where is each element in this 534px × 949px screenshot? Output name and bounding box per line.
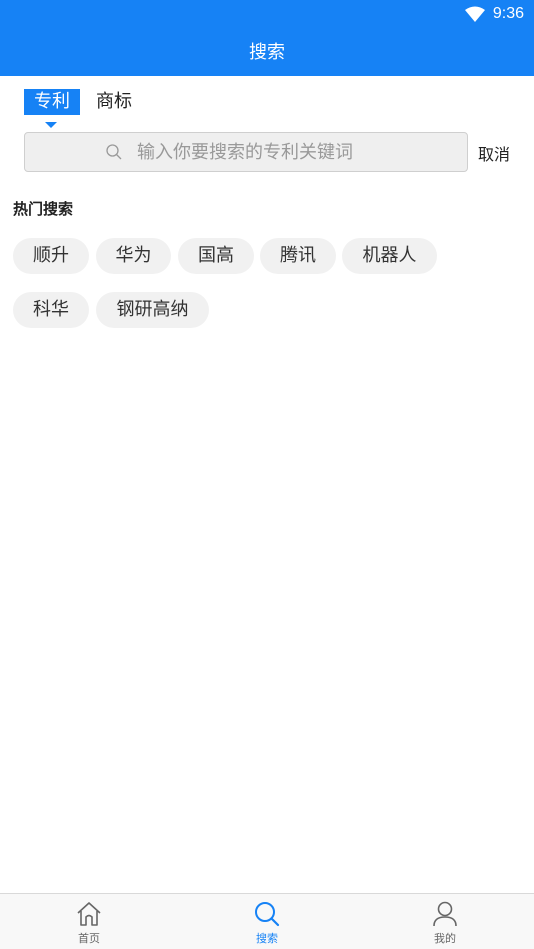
hot-search-title: 热门搜索 [13,200,74,218]
status-bar: 9:36 [0,0,534,28]
nav-profile[interactable]: 我的 [405,894,485,949]
tab-patent[interactable]: 专利 [24,89,80,115]
user-icon [433,901,457,927]
nav-home[interactable]: 首页 [49,894,129,949]
search-icon [255,902,280,927]
search-box[interactable] [24,132,468,172]
hot-tag[interactable]: 国高 [178,238,254,274]
wifi-icon [464,6,485,22]
cancel-button[interactable]: 取消 [478,141,510,165]
hot-tag[interactable]: 腾讯 [260,238,336,274]
hot-tag[interactable]: 科华 [13,292,89,328]
hot-tag[interactable]: 华为 [96,238,171,274]
hot-tag[interactable]: 钢研高纳 [96,292,209,328]
hot-tag[interactable]: 机器人 [342,238,437,274]
nav-search[interactable]: 搜索 [227,894,307,949]
search-type-tabs: 专利 商标 [24,89,140,115]
nav-search-label: 搜索 [256,932,278,945]
bottom-nav: 首页 搜索 我的 [0,893,534,949]
status-right: 9:36 [464,5,524,23]
nav-home-label: 首页 [78,932,100,945]
page-title: 搜索 [249,42,285,63]
search-icon [106,144,122,160]
active-tab-caret-icon [45,122,57,128]
nav-profile-label: 我的 [434,932,456,945]
tab-trademark[interactable]: 商标 [88,89,140,115]
hot-tag[interactable]: 顺升 [13,238,89,274]
home-icon [77,902,101,926]
search-input[interactable] [137,141,387,163]
status-time: 9:36 [492,5,524,22]
app-header: 9:36 搜索 [0,0,534,76]
